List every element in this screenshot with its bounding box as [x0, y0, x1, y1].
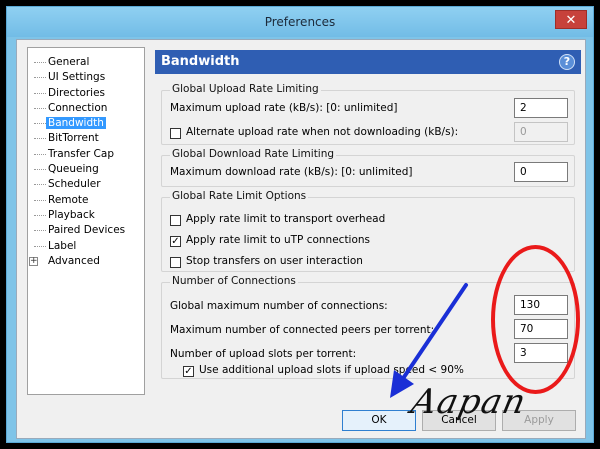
annotation-signature: Aapan	[407, 382, 531, 422]
